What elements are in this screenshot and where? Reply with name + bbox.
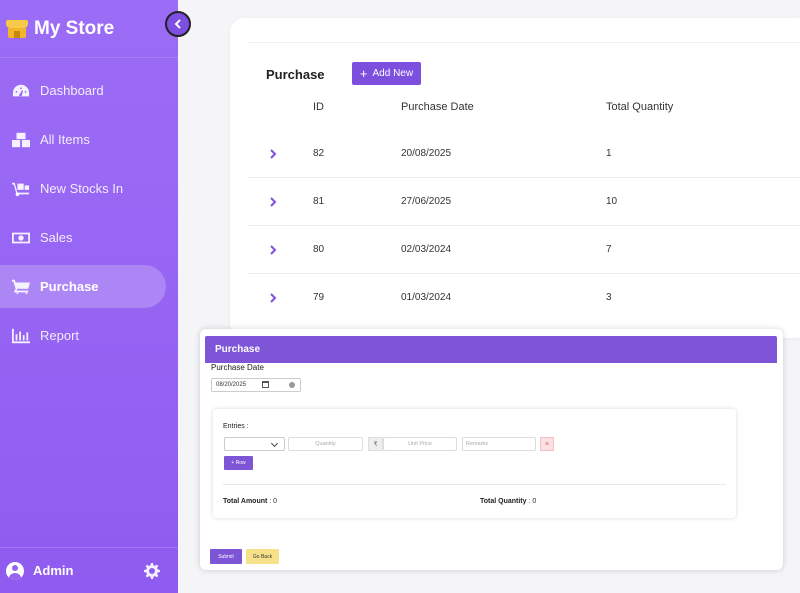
item-select[interactable] — [224, 437, 285, 451]
bar-chart-icon — [11, 328, 31, 344]
column-header-id: ID — [313, 101, 324, 113]
table-row[interactable]: 81 27/06/2025 10 — [248, 178, 800, 226]
sidebar-item-label: Sales — [40, 230, 73, 245]
row-date: 20/08/2025 — [401, 148, 452, 159]
expand-chevron-icon[interactable] — [268, 195, 278, 207]
row-id: 82 — [313, 148, 325, 159]
total-quantity-label: Total Quantity — [480, 498, 527, 505]
calendar-icon[interactable] — [262, 381, 269, 388]
purchase-date-value: 08/20/2025 — [216, 382, 247, 388]
entries-section: Entries : Quantity ₹ Unit Price Remarks … — [213, 409, 736, 518]
table-row[interactable]: 80 02/03/2024 7 — [248, 226, 800, 274]
sidebar-item-label: Dashboard — [40, 83, 104, 98]
page-title: Purchase — [266, 67, 325, 82]
sidebar-footer: Admin — [0, 547, 178, 593]
dashboard-gauge-icon — [11, 83, 31, 99]
collapse-sidebar-button[interactable] — [165, 11, 191, 37]
column-header-quantity: Total Quantity — [606, 101, 674, 113]
sidebar-item-purchase[interactable]: Purchase — [0, 265, 166, 308]
rupee-icon: ₹ — [368, 437, 383, 451]
sidebar-item-new-stocks-in[interactable]: New Stocks In — [0, 167, 166, 210]
entries-label: Entries : — [223, 423, 249, 430]
sidebar-item-label: Purchase — [40, 279, 99, 294]
row-quantity: 1 — [606, 148, 612, 159]
go-back-button[interactable]: Go Back — [246, 549, 279, 564]
sidebar-nav: Dashboard All Items New Stocks In Sales … — [0, 69, 178, 357]
add-row-button[interactable]: + Row — [224, 456, 253, 470]
row-date: 27/06/2025 — [401, 196, 452, 207]
brand[interactable]: My Store — [0, 0, 178, 58]
sidebar-item-dashboard[interactable]: Dashboard — [0, 69, 166, 112]
clear-date-icon[interactable] — [289, 382, 295, 388]
table-row[interactable]: 79 01/03/2024 3 — [248, 274, 800, 322]
sidebar-item-label: New Stocks In — [40, 181, 124, 196]
row-id: 81 — [313, 196, 325, 207]
total-amount-label: Total Amount — [223, 498, 268, 505]
user-name: Admin — [33, 563, 74, 578]
remarks-input[interactable]: Remarks — [462, 437, 536, 451]
money-bill-icon — [11, 230, 31, 246]
add-new-button[interactable]: + Add New — [352, 62, 421, 85]
purchase-form-modal: Purchase Purchase Date 08/20/2025 Entrie… — [200, 329, 783, 570]
purchase-date-input[interactable]: 08/20/2025 — [211, 378, 301, 392]
boxes-icon — [11, 132, 31, 148]
purchase-list-card: Purchase + Add New ID Purchase Date Tota… — [230, 18, 800, 338]
sidebar-item-all-items[interactable]: All Items — [0, 118, 166, 161]
store-logo-icon — [6, 19, 28, 38]
total-amount: Total Amount : 0 — [223, 498, 277, 505]
quantity-input[interactable]: Quantity — [288, 437, 363, 451]
plus-icon: + — [359, 66, 368, 81]
submit-button[interactable]: Submit — [210, 549, 242, 564]
row-id: 79 — [313, 292, 325, 303]
user-avatar-icon[interactable] — [6, 561, 24, 580]
row-quantity: 7 — [606, 244, 612, 255]
unit-price-input[interactable]: Unit Price — [383, 437, 457, 451]
expand-chevron-icon[interactable] — [268, 291, 278, 303]
sidebar-item-report[interactable]: Report — [0, 314, 166, 357]
row-quantity: 10 — [606, 196, 618, 207]
row-date: 01/03/2024 — [401, 292, 452, 303]
sidebar-item-label: All Items — [40, 132, 90, 147]
row-quantity: 3 — [606, 292, 612, 303]
purchase-date-label: Purchase Date — [211, 363, 264, 372]
divider — [223, 484, 726, 485]
gear-icon[interactable] — [144, 563, 160, 579]
delete-row-button[interactable]: × — [540, 437, 554, 451]
dolly-icon — [11, 181, 31, 197]
row-date: 02/03/2024 — [401, 244, 452, 255]
sidebar-item-sales[interactable]: Sales — [0, 216, 166, 259]
add-new-label: Add New — [372, 68, 414, 79]
total-quantity: Total Quantity : 0 — [480, 498, 536, 505]
chevron-down-icon — [270, 439, 279, 448]
chevron-left-icon — [174, 19, 181, 29]
total-quantity-value: : 0 — [528, 498, 537, 505]
card-header — [248, 42, 800, 86]
expand-chevron-icon[interactable] — [268, 147, 278, 159]
column-header-date: Purchase Date — [401, 101, 474, 113]
sidebar: My Store Dashboard All Items New Stocks … — [0, 0, 178, 593]
shopping-cart-icon — [11, 279, 31, 295]
app-title: My Store — [34, 17, 115, 39]
table-row[interactable]: 82 20/08/2025 1 — [248, 130, 800, 178]
expand-chevron-icon[interactable] — [268, 243, 278, 255]
total-amount-value: : 0 — [269, 498, 278, 505]
form-header: Purchase — [205, 336, 777, 363]
row-id: 80 — [313, 244, 325, 255]
sidebar-item-label: Report — [40, 328, 80, 343]
